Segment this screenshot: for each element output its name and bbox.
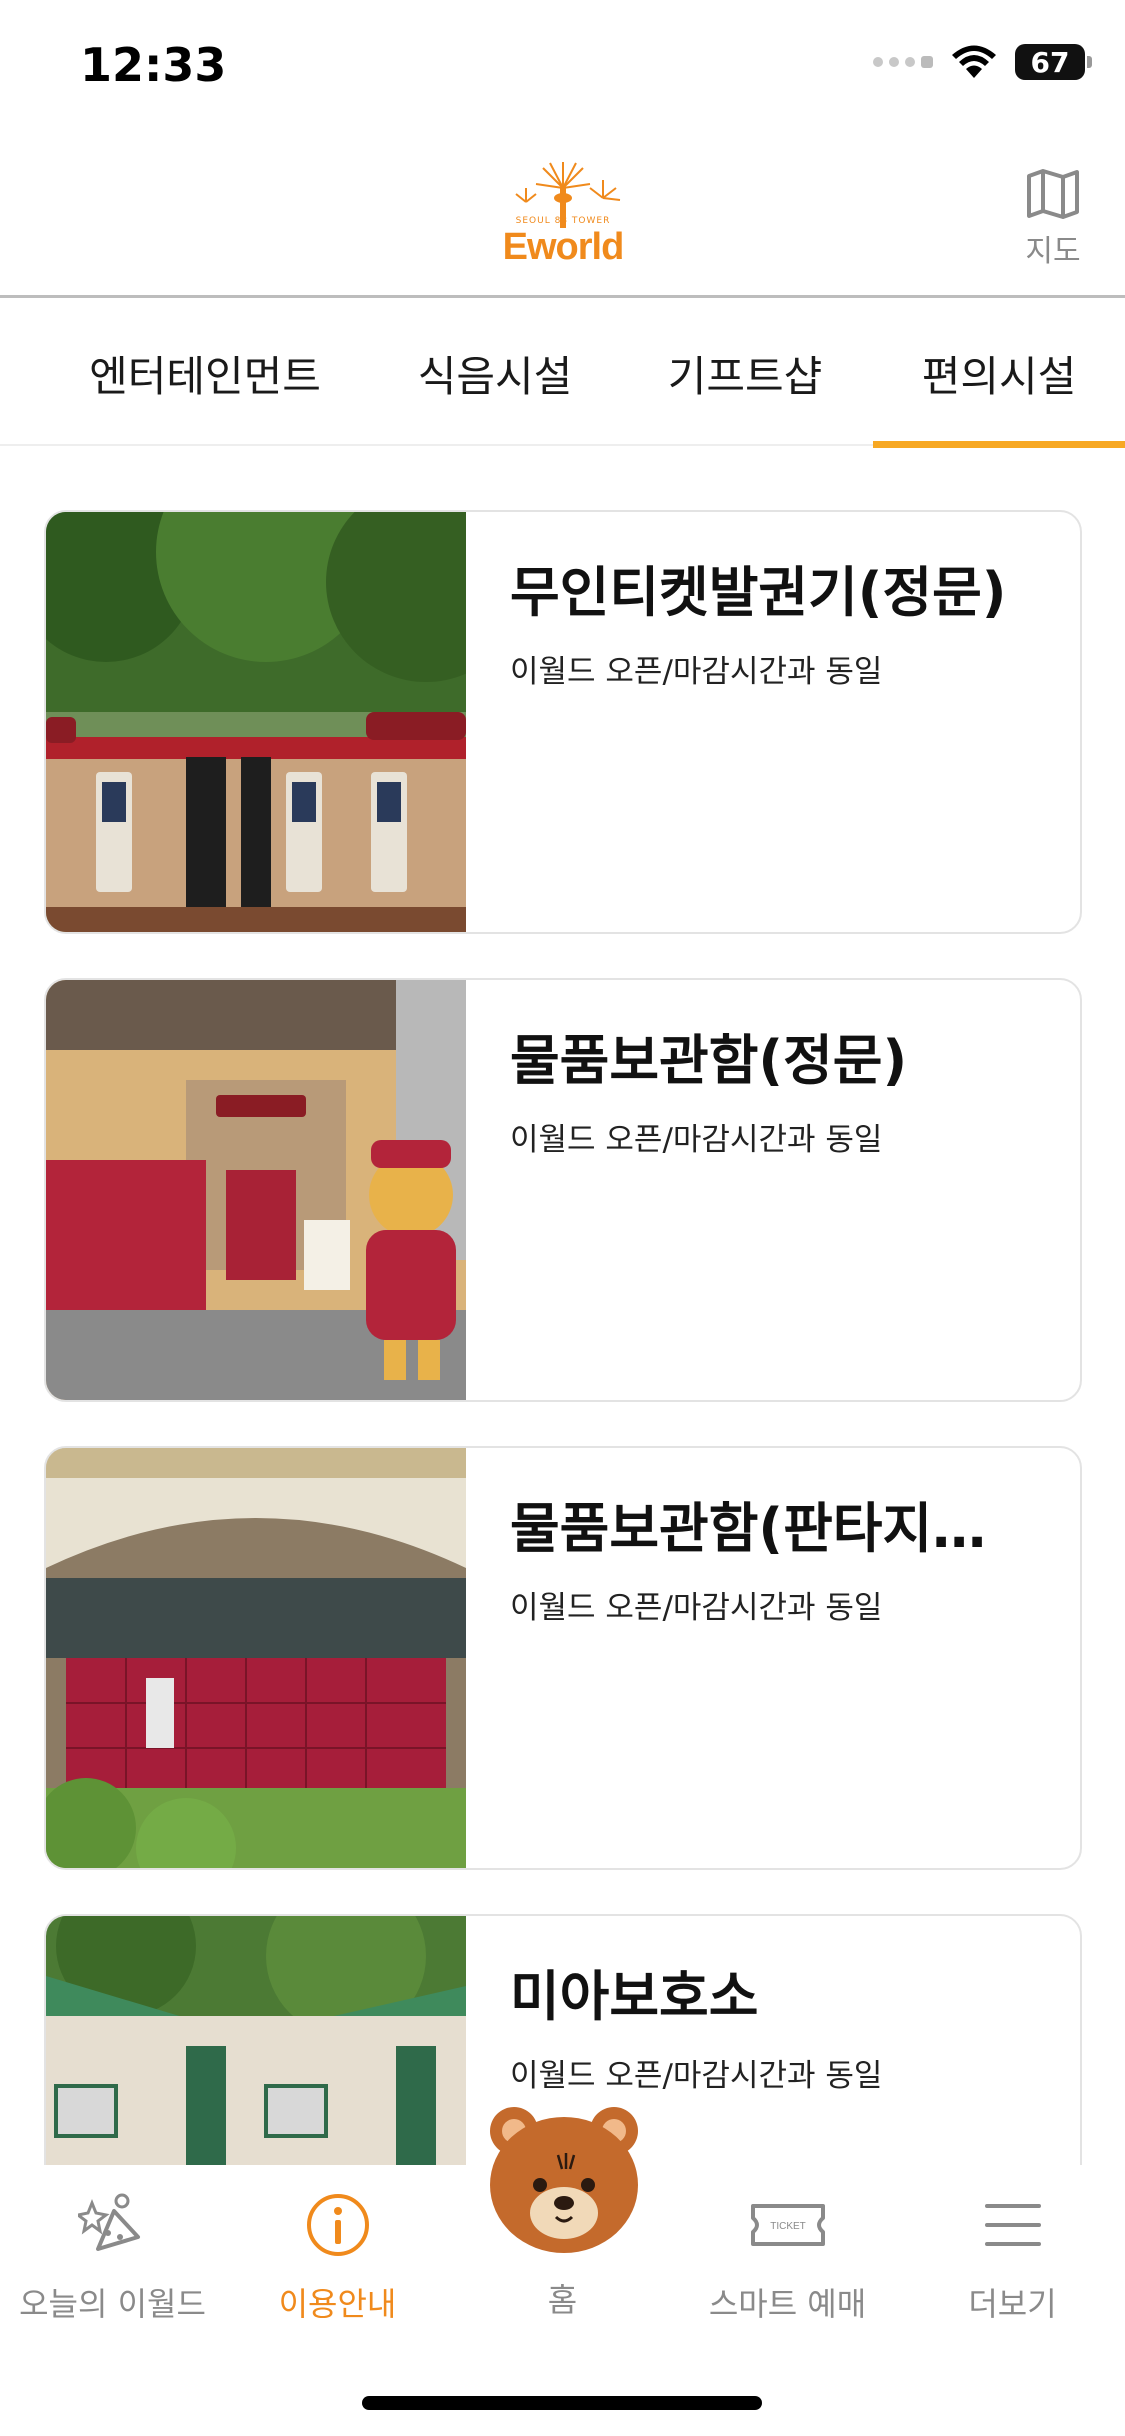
status-time: 12:33 (80, 38, 227, 92)
logo-subtext: SEOUL 83 TOWER (515, 216, 611, 226)
lockers-with-bear-mascot-photo (46, 980, 466, 1400)
ticket-icon: TICKET (750, 2204, 825, 2246)
facility-card[interactable]: 물품보관함(판타지… 이월드 오픈/마감시간과 동일 (44, 1446, 1082, 1870)
wifi-icon (952, 45, 996, 78)
tab-gift-shop[interactable]: 기프트샵 (645, 300, 845, 446)
nav-info[interactable]: 이용안내 (225, 2185, 450, 2325)
facility-list: 무인티켓발권기(정문) 이월드 오픈/마감시간과 동일 물품보관함(정문) 이월… (44, 510, 1082, 2170)
facility-title: 물품보관함(판타지… (510, 1497, 987, 1560)
nav-today-label: 오늘의 이월드 (19, 2285, 206, 2323)
tab-food[interactable]: 식음시설 (395, 300, 595, 446)
facility-card[interactable]: 물품보관함(정문) 이월드 오픈/마감시간과 동일 (44, 978, 1082, 1402)
home-indicator (362, 2396, 762, 2410)
nav-smart-ticket[interactable]: TICKET 스마트 예매 (675, 2185, 900, 2325)
app-header: Eworld SEOUL 83 TOWER 지도 (0, 140, 1125, 298)
map-button[interactable]: 지도 (1017, 168, 1089, 270)
svg-text:TICKET: TICKET (770, 2221, 806, 2232)
map-label: 지도 (1025, 234, 1081, 269)
menu-icon (984, 2204, 1041, 2246)
facility-title: 무인티켓발권기(정문) (510, 561, 1007, 624)
nav-more-label: 더보기 (968, 2285, 1057, 2323)
facility-card[interactable]: 무인티켓발권기(정문) 이월드 오픈/마감시간과 동일 (44, 510, 1082, 934)
nav-today[interactable]: 오늘의 이월드 (0, 2185, 225, 2325)
eworld-logo[interactable]: Eworld SEOUL 83 TOWER (488, 158, 638, 278)
first-aid-safety-office-photo (46, 1916, 466, 2170)
status-bar: 12:33 67 (0, 0, 1125, 140)
cellular-signal-icon (873, 56, 933, 68)
red-lockers-photo (46, 1448, 466, 1868)
nav-more[interactable]: 더보기 (900, 2185, 1125, 2325)
logo-text: Eworld (502, 226, 625, 268)
facility-hours: 이월드 오픈/마감시간과 동일 (510, 2058, 883, 2094)
self-ticketing-kiosks-photo (46, 512, 466, 932)
nav-info-label: 이용안내 (278, 2285, 397, 2323)
status-icons: 67 (873, 44, 1092, 80)
category-tabs: 엔터테인먼트 식음시설 기프트샵 편의시설 (0, 300, 1125, 448)
tab-entertainment[interactable]: 엔터테인먼트 (60, 300, 350, 446)
facility-hours: 이월드 오픈/마감시간과 동일 (510, 1590, 883, 1626)
tab-convenience[interactable]: 편의시설 (873, 300, 1125, 448)
facility-hours: 이월드 오픈/마감시간과 동일 (510, 1122, 883, 1158)
nav-home-label: 홈 (547, 2281, 578, 2319)
facility-title: 물품보관함(정문) (510, 1029, 908, 1092)
facility-title: 미아보호소 (510, 1965, 759, 2028)
party-popper-icon (77, 2193, 140, 2251)
info-icon (306, 2194, 369, 2256)
facility-hours: 이월드 오픈/마감시간과 동일 (510, 654, 883, 690)
nav-smart-ticket-label: 스마트 예매 (708, 2285, 867, 2323)
bear-mascot-home-icon (490, 2107, 638, 2253)
map-icon (1027, 169, 1079, 219)
battery-icon: 67 (1015, 44, 1092, 80)
